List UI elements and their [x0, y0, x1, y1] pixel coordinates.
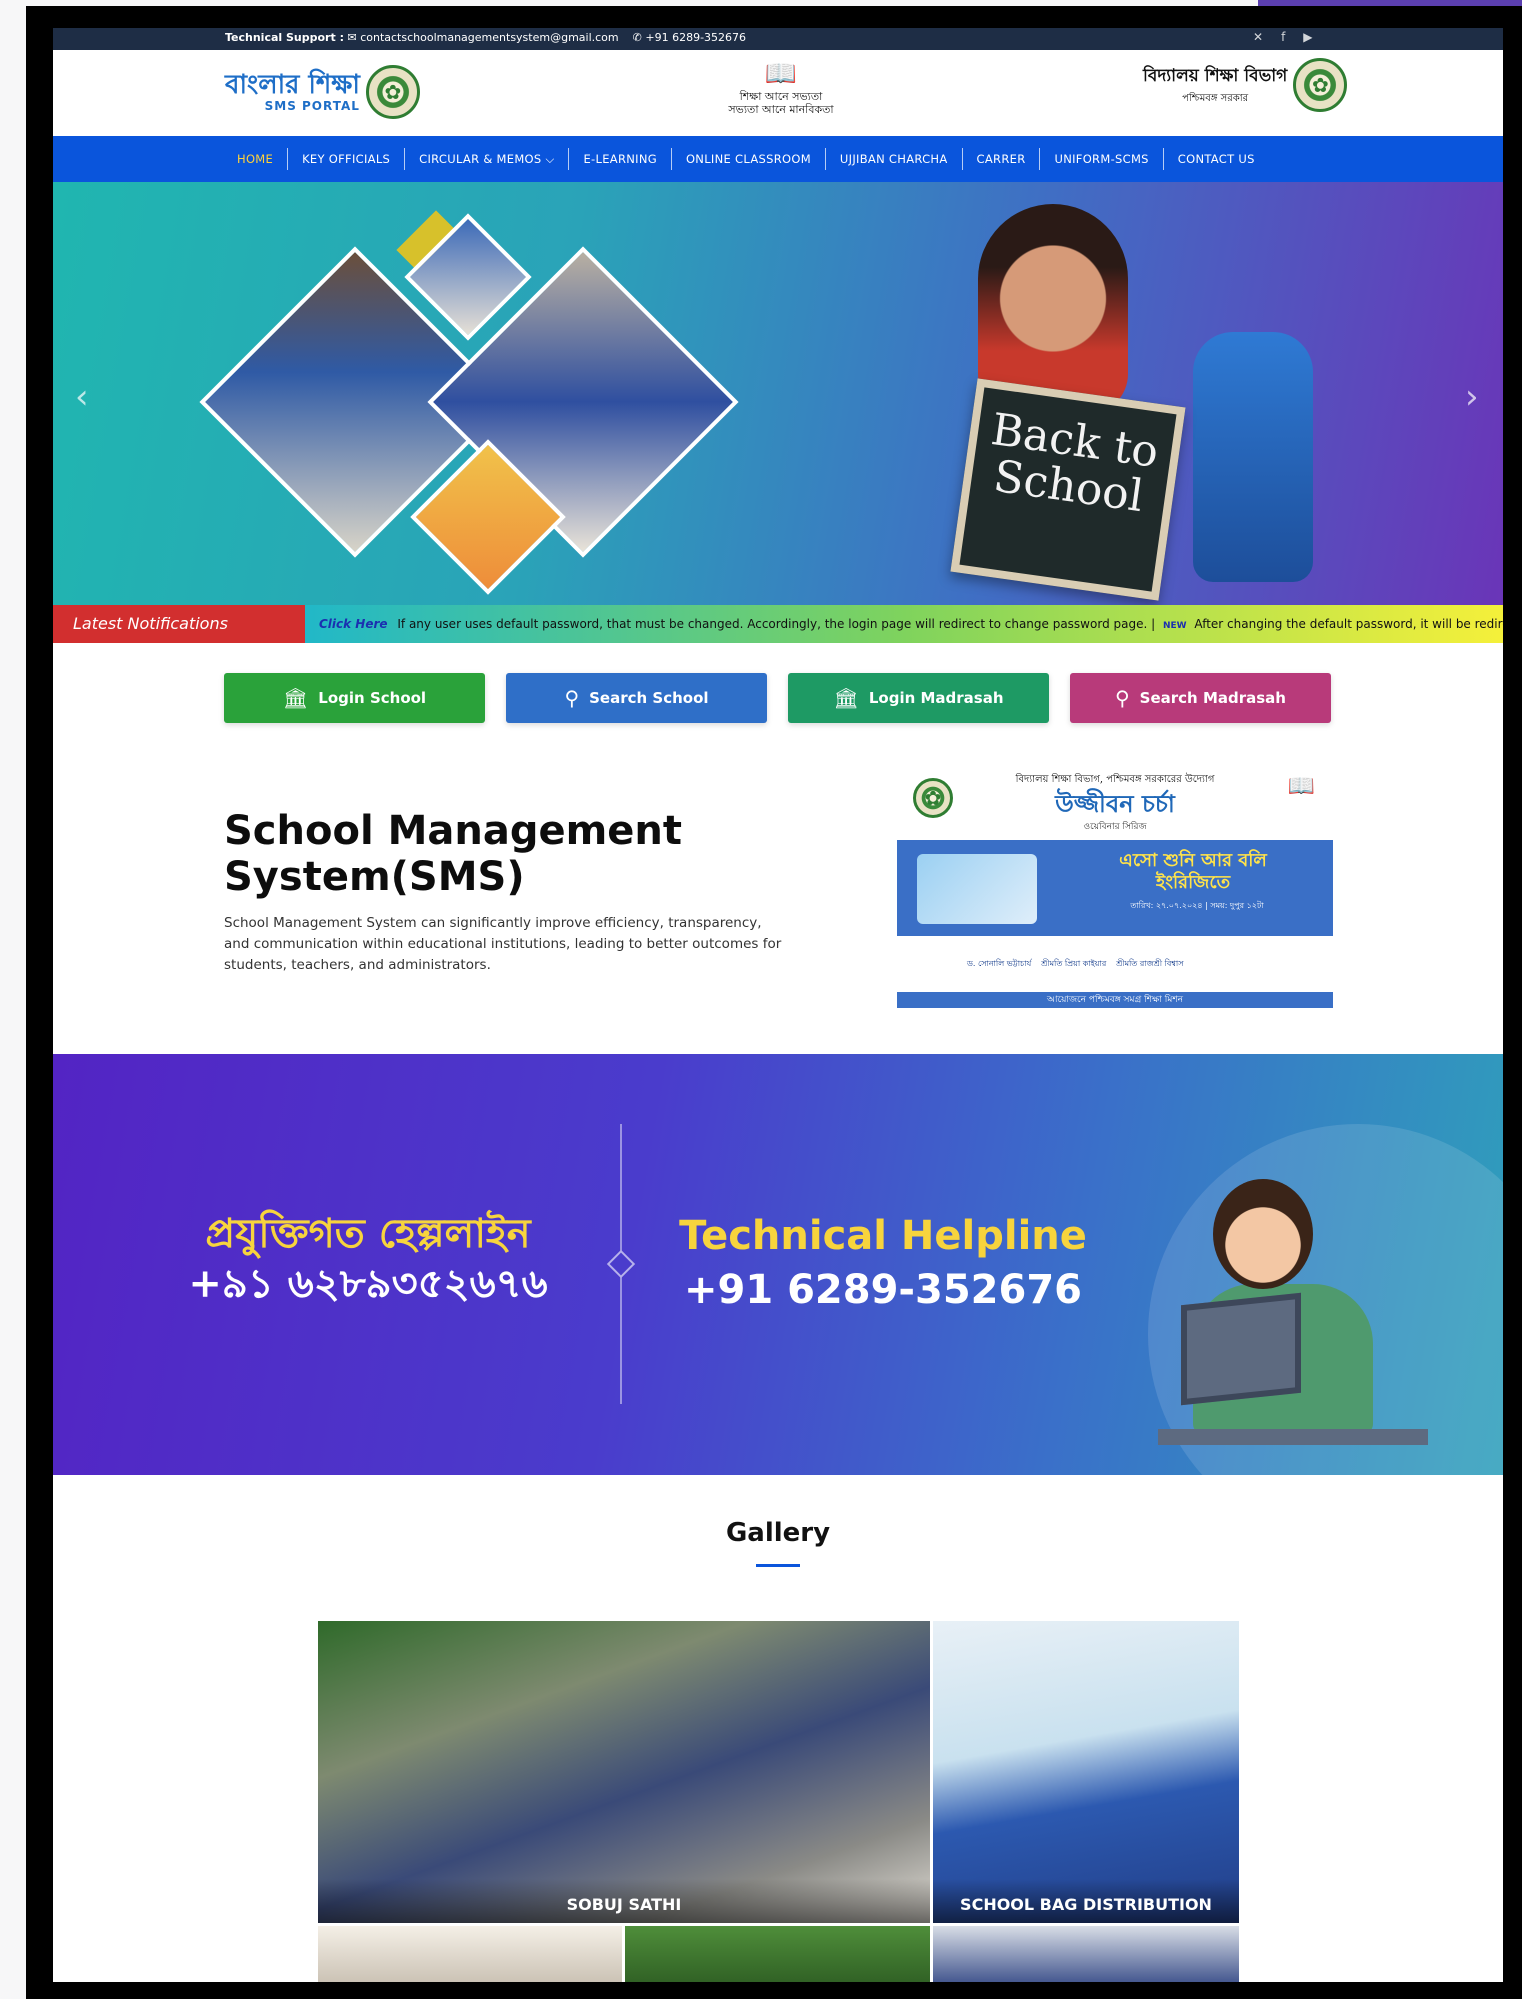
hero-slider: Back to School ‹ › [53, 182, 1503, 605]
top-support-strip: Technical Support : ✉ contactschoolmanag… [53, 28, 1503, 50]
gallery-item[interactable] [318, 1926, 622, 1982]
poster-dept: বিদ্যালয় শিক্ষা বিভাগ, পশ্চিমবঙ্গ সরকার… [1015, 774, 1215, 785]
support-email[interactable]: contactschoolmanagementsystem@gmail.com [360, 31, 618, 44]
state-emblem-icon: ✿ [365, 65, 420, 119]
gallery-caption: SOBUJ SATHI [318, 1879, 930, 1923]
gallery-item[interactable] [933, 1926, 1239, 1982]
support-agent-head [1213, 1179, 1313, 1289]
chalkboard-text: Back to School [950, 378, 1186, 601]
poster-footer: আয়োজনে পশ্চিমবঙ্গ সমগ্র শিক্ষা মিশন [897, 992, 1333, 1008]
book-icon: 📖 [1287, 774, 1315, 799]
nav-uniform-scms[interactable]: UNIFORM-SCMS [1039, 148, 1162, 170]
x-icon[interactable]: ✕ [1253, 30, 1263, 44]
sms-description: School Management System can significant… [224, 915, 782, 973]
helpline-en-number[interactable]: +91 6289-352676 [663, 1263, 1103, 1317]
nav-key-officials[interactable]: KEY OFFICIALS [287, 148, 404, 170]
speaker-name: শ্রীমতি প্রিয়া কাইয়ার [1041, 958, 1107, 968]
hero-backpack-image [1193, 332, 1313, 582]
left-logo-subtitle: SMS PORTAL [264, 99, 360, 114]
speaker-name: শ্রীমতি রাজশ্রী বিশ্বাস [1116, 958, 1184, 968]
support-phone[interactable]: +91 6289-352676 [645, 31, 746, 44]
state-emblem-icon: ✿ [1293, 58, 1348, 112]
mail-icon: ✉ [347, 31, 357, 44]
monitor-illustration [1181, 1292, 1301, 1406]
gallery-caption: SCHOOL BAG DISTRIBUTION [933, 1879, 1239, 1923]
nav-home[interactable]: HOME [227, 148, 287, 170]
notifications-ticker: Latest Notifications Click Here If any u… [53, 605, 1503, 643]
right-logo-subtitle: পশ্চিমবঙ্গ সরকার [1182, 92, 1249, 104]
button-label: Search School [589, 689, 709, 707]
social-icons: ✕ f ▶ [1253, 30, 1313, 44]
button-label: Login School [318, 689, 427, 707]
slider-prev-icon[interactable]: ‹ [75, 377, 89, 417]
gallery-item[interactable]: SCHOOL BAG DISTRIBUTION [933, 1621, 1239, 1923]
institution-icon: 🏛 [833, 686, 859, 710]
technical-helpline-banner: প্রযুক্তিগত হেল্পলাইন +৯১ ৬২৮৯৩৫২৬৭৬ Tec… [53, 1054, 1503, 1475]
new-badge: NEW [1162, 621, 1187, 631]
helpline-english: Technical Helpline +91 6289-352676 [663, 1209, 1103, 1317]
right-logo-title: বিদ্যালয় শিক্ষা বিভাগ [1143, 65, 1288, 86]
poster-band-title: এসো শুনি আর বলি ইংরিজিতে [1119, 850, 1267, 893]
notifications-label: Latest Notifications [53, 605, 305, 643]
action-buttons: 🏛 Login School ⚲ Search School 🏛 Login M… [224, 673, 1331, 723]
site-header: বাংলার শিক্ষা SMS PORTAL ✿ 📖 শিক্ষা আনে … [53, 50, 1503, 136]
notification-text: If any user uses default password, that … [397, 617, 1156, 631]
divider-diamond [606, 1249, 636, 1279]
search-icon: ⚲ [1115, 686, 1130, 710]
phone-icon: ✆ [632, 31, 642, 44]
helpline-en-title: Technical Helpline [679, 1213, 1087, 1259]
nav-carrer[interactable]: CARRER [961, 148, 1040, 170]
page: Technical Support : ✉ contactschoolmanag… [53, 28, 1503, 1982]
support-info: Technical Support : ✉ contactschoolmanag… [225, 31, 746, 45]
nav-ujjiban-charcha[interactable]: UJJIBAN CHARCHA [824, 148, 962, 170]
button-label: Search Madrasah [1139, 689, 1286, 707]
support-label: Technical Support : [225, 31, 344, 44]
gallery-item[interactable]: SOBUJ SATHI [318, 1621, 930, 1923]
notification-text: After changing the default password, it … [1194, 617, 1503, 631]
helpline-bn-title: প্রযুক্তিগত হেল্পলাইন [205, 1210, 531, 1257]
login-school-button[interactable]: 🏛 Login School [224, 673, 485, 723]
helpline-bengali: প্রযুক্তিগত হেল্পলাইন +৯১ ৬২৮৯৩৫২৬৭৬ [158, 1209, 578, 1309]
speaker-name: ড. সোনালি ভট্টাচার্য [967, 958, 1032, 968]
click-here-link[interactable]: Click Here [319, 617, 388, 631]
gallery-title: Gallery [725, 1518, 831, 1548]
book-icon: 📖 [764, 59, 798, 89]
youtube-icon[interactable]: ▶ [1303, 30, 1312, 44]
center-logo-line1: শিক্ষা আনে সভ্যতা [739, 90, 823, 103]
nav-contact-us[interactable]: CONTACT US [1162, 148, 1269, 170]
ujjiban-charcha-poster[interactable]: ✿ 📖 বিদ্যালয় শিক্ষা বিভাগ, পশ্চিমবঙ্গ স… [897, 768, 1333, 1008]
center-logo-line2: সভ্যতা আনে মানবিকতা [728, 103, 834, 116]
nav-online-classroom[interactable]: ONLINE CLASSROOM [670, 148, 825, 170]
banglar-shiksha-logo[interactable]: বাংলার শিক্ষা SMS PORTAL ✿ [225, 58, 420, 126]
nav-circular-memos[interactable]: CIRCULAR & MEMOS ⌵ [404, 148, 568, 170]
desk-illustration [1158, 1429, 1428, 1445]
poster-speakers: ড. সোনালি ভট্টাচার্য শ্রীমতি প্রিয়া কাই… [897, 936, 1333, 992]
state-emblem-icon: ✿ [913, 778, 953, 818]
poster-band-date: তারিখ: ২৭.০৭.২০২৪ | সময়: দুপুর ১২টা [1130, 901, 1264, 910]
left-logo-title: বাংলার শিক্ষা [225, 69, 360, 100]
poster-band: এসো শুনি আর বলি ইংরিজিতে তারিখ: ২৭.০৭.২০… [897, 840, 1333, 936]
nav-e-learning[interactable]: E-LEARNING [568, 148, 670, 170]
helpline-bn-number: +৯১ ৬২৮৯৩৫২৬৭৬ [188, 1260, 548, 1307]
search-icon: ⚲ [564, 686, 580, 710]
search-school-button[interactable]: ⚲ Search School [506, 673, 767, 723]
notifications-marquee: Click Here If any user uses default pass… [305, 605, 1503, 643]
webinar-illustration [917, 854, 1037, 924]
gallery-underline [756, 1564, 800, 1567]
slider-next-icon[interactable]: › [1465, 377, 1479, 417]
school-education-dept-logo: বিদ্যালয় শিক্ষা বিভাগ পশ্চিমবঙ্গ সরকার … [1143, 58, 1348, 112]
sms-title: School Management System(SMS) [224, 808, 683, 900]
poster-header: ✿ 📖 বিদ্যালয় শিক্ষা বিভাগ, পশ্চিমবঙ্গ স… [897, 768, 1333, 840]
institution-icon: 🏛 [282, 686, 309, 710]
center-logo: 📖 শিক্ষা আনে সভ্যতা সভ্যতা আনে মানবিকতা [721, 58, 841, 116]
facebook-icon[interactable]: f [1281, 30, 1285, 44]
poster-series: ওয়েবিনার সিরিজ [1083, 822, 1147, 832]
button-label: Login Madrasah [868, 689, 1004, 707]
gallery-item[interactable] [625, 1926, 930, 1982]
poster-title: উজ্জীবন চর্চা [1055, 789, 1175, 818]
login-madrasah-button[interactable]: 🏛 Login Madrasah [788, 673, 1049, 723]
search-madrasah-button[interactable]: ⚲ Search Madrasah [1070, 673, 1331, 723]
main-nav: HOME KEY OFFICIALS CIRCULAR & MEMOS ⌵ E-… [53, 136, 1503, 182]
